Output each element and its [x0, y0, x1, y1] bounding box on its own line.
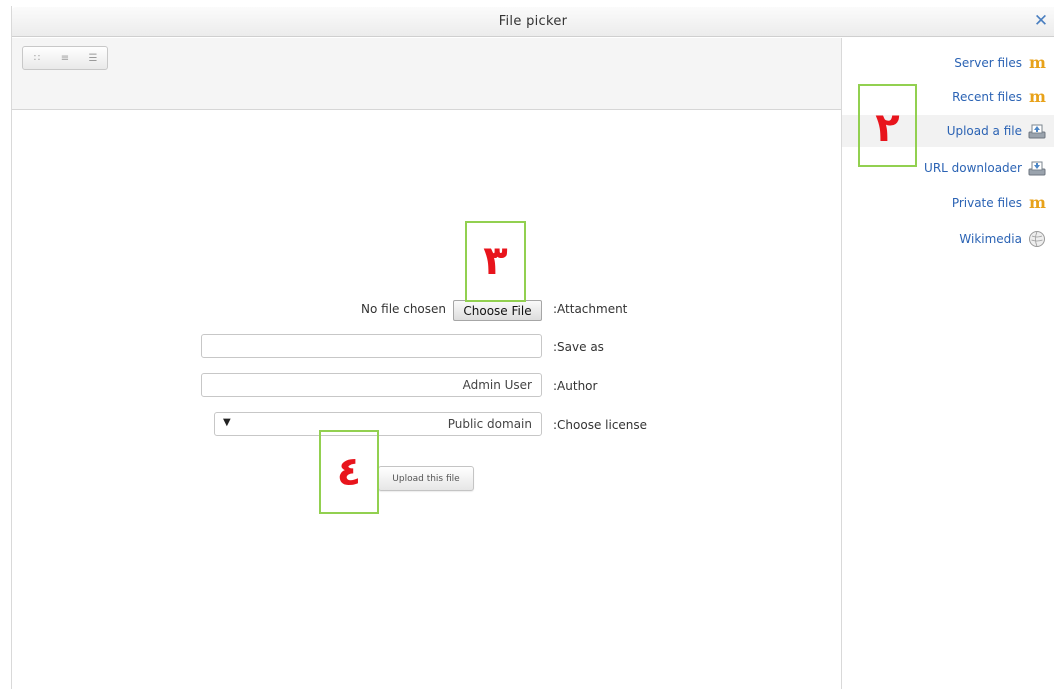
sidebar-item-label: Server files	[954, 56, 1022, 70]
download-icon	[1028, 159, 1046, 177]
sidebar-item-server-files[interactable]: Server files m	[954, 48, 1046, 78]
upload-icon	[1028, 122, 1046, 140]
repository-sidebar: Server files m Recent files m Upload a f…	[841, 38, 1054, 689]
author-label: :Author	[553, 379, 598, 393]
tree-view-button[interactable]: ☰	[79, 47, 107, 69]
close-icon[interactable]: ✕	[1033, 12, 1049, 30]
save-as-input[interactable]	[201, 334, 542, 358]
license-label: :Choose license	[553, 418, 648, 432]
license-selected-value: Public domain	[447, 417, 532, 431]
no-file-chosen-text: No file chosen	[361, 302, 447, 316]
moodle-icon: m	[1029, 53, 1046, 72]
choose-file-button[interactable]: Choose File	[453, 300, 542, 321]
list-view-button[interactable]: ≡	[51, 47, 79, 69]
file-picker-dialog: File picker ✕ ∷ ≡ ☰ No file chosen Choos…	[0, 0, 1054, 689]
annotation-box-4: ٤	[319, 430, 379, 514]
annotation-number-4: ٤	[336, 449, 362, 495]
wikimedia-globe-icon	[1028, 230, 1046, 248]
icons-view-button[interactable]: ∷	[23, 47, 51, 69]
annotation-number-2: ٢	[875, 105, 900, 151]
sidebar-item-url-downloader[interactable]: URL downloader	[924, 153, 1046, 183]
file-picker-content: ∷ ≡ ☰ No file chosen Choose File :Attach…	[12, 38, 841, 689]
moodle-icon: m	[1029, 193, 1046, 212]
sidebar-item-label: Private files	[951, 196, 1022, 210]
annotation-number-3: ٣	[483, 238, 508, 284]
sidebar-item-label: Recent files	[952, 90, 1022, 104]
annotation-box-2: ٢	[858, 84, 917, 167]
sidebar-item-label: Wikimedia	[959, 232, 1022, 246]
sidebar-item-recent-files[interactable]: Recent files m	[952, 82, 1046, 112]
attachment-label: :Attachment	[553, 302, 628, 316]
sidebar-item-private-files[interactable]: Private files m	[952, 188, 1046, 218]
upload-this-file-button[interactable]: Upload this file	[378, 466, 474, 491]
sidebar-item-label: URL downloader	[924, 161, 1022, 175]
moodle-icon: m	[1029, 87, 1046, 106]
dialog-left-edge	[0, 6, 12, 689]
file-picker-toolbar: ∷ ≡ ☰	[12, 38, 841, 110]
dialog-title: File picker	[498, 14, 568, 29]
title-bar: File picker ✕	[12, 7, 1054, 37]
chevron-down-icon: ▼	[223, 417, 231, 428]
annotation-box-3: ٣	[465, 221, 526, 302]
view-mode-buttons: ∷ ≡ ☰	[22, 46, 108, 70]
sidebar-item-wikimedia[interactable]: Wikimedia	[959, 224, 1046, 254]
sidebar-item-label: Upload a file	[946, 124, 1022, 138]
save-as-label: :Save as	[553, 340, 604, 354]
author-input[interactable]: Admin User	[201, 373, 542, 397]
